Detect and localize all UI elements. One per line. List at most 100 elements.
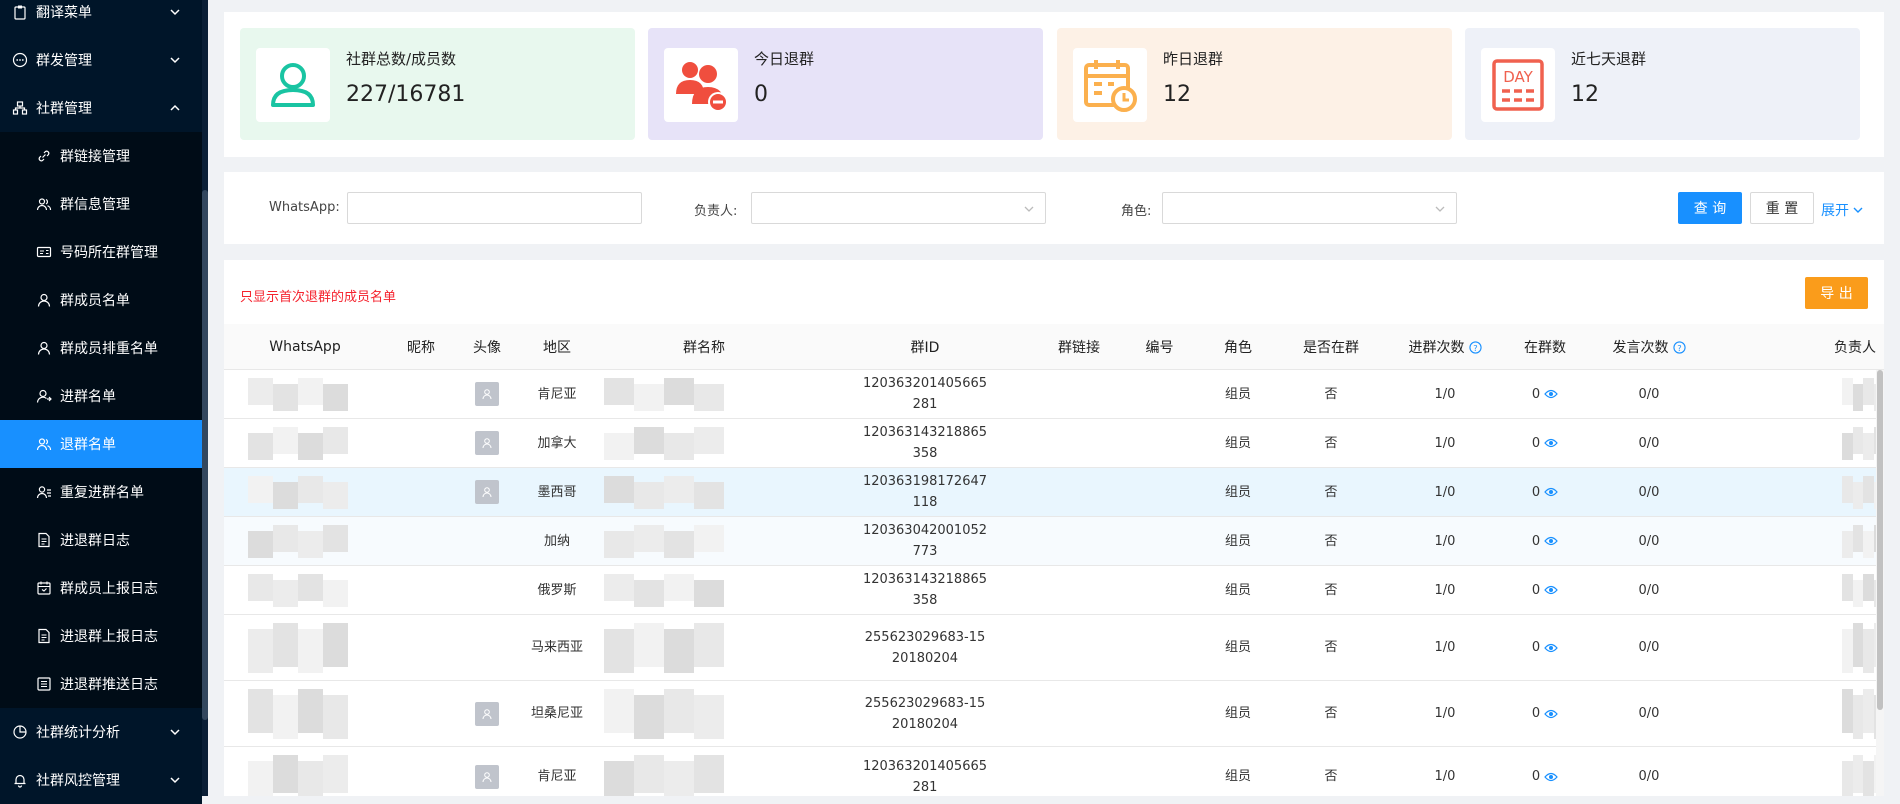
redacted-block <box>634 482 664 509</box>
column-header[interactable]: 昵称 <box>386 324 456 370</box>
redacted-block <box>1852 427 1863 454</box>
sidebar-item[interactable]: 进退群上报日志 <box>0 612 202 660</box>
column-header-label: 群名称 <box>683 340 725 356</box>
table-row[interactable]: 加拿大 120363143218865358 组员 否 1/0 0 0/0 <box>224 419 1884 468</box>
eye-icon[interactable] <box>1544 389 1558 399</box>
sidebar-item[interactable]: 社群统计分析 <box>0 708 202 756</box>
column-header[interactable]: 进群次数? <box>1390 324 1500 370</box>
redacted-block <box>1842 689 1853 733</box>
eye-icon[interactable] <box>1544 487 1558 497</box>
column-header[interactable]: 地区 <box>517 324 597 370</box>
sidebar-item[interactable]: 群成员名单 <box>0 276 202 324</box>
redacted-block <box>1842 433 1853 460</box>
redacted-block <box>298 629 323 673</box>
table-row[interactable]: 坦桑尼亚 255623029683-1520180204 组员 否 1/0 0 0/0 <box>224 681 1884 747</box>
redacted-block <box>604 629 634 673</box>
sidebar-item[interactable]: 群成员上报日志 <box>0 564 202 612</box>
sidebar-item[interactable]: 进退群日志 <box>0 516 202 564</box>
sidebar-item[interactable]: 进退群推送日志 <box>0 660 202 708</box>
in-group-cell: 否 <box>1324 582 1338 598</box>
search-button[interactable]: 查 询 <box>1678 192 1742 224</box>
column-header[interactable]: 在群数 <box>1505 324 1585 370</box>
user-icon <box>482 389 492 400</box>
column-header[interactable]: 角色 <box>1198 324 1278 370</box>
sidebar-item[interactable]: 进群名单 <box>0 372 202 420</box>
sidebar-item-label: 群成员排重名单 <box>60 341 158 357</box>
owner-select[interactable] <box>751 192 1046 224</box>
table-row[interactable]: 肯尼亚 120363201405665281 组员 否 1/0 0 0/0 <box>224 370 1884 419</box>
column-header[interactable]: 负责人 <box>1815 324 1884 370</box>
group-count-cell[interactable]: 0 <box>1505 517 1585 565</box>
eye-icon[interactable] <box>1544 438 1558 448</box>
table-row[interactable]: 俄罗斯 120363143218865358 组员 否 1/0 0 0/0 <box>224 566 1884 615</box>
sidebar-item[interactable]: 社群风控管理 <box>0 756 202 804</box>
column-header[interactable]: 群ID <box>815 324 1035 370</box>
role-filter-label: 角色: <box>1121 204 1152 219</box>
sidebar-item[interactable]: 群成员排重名单 <box>0 324 202 372</box>
sidebar-item[interactable]: 翻译菜单 <box>0 0 202 36</box>
column-header[interactable]: 发言次数? <box>1589 324 1709 370</box>
column-header[interactable]: 群链接 <box>1039 324 1119 370</box>
column-header[interactable]: 群名称 <box>604 324 804 370</box>
sidebar-item[interactable]: 群发管理 <box>0 36 202 84</box>
group-count-cell[interactable]: 0 <box>1505 468 1585 516</box>
avatar <box>475 431 499 455</box>
whatsapp-input[interactable] <box>347 192 642 224</box>
eye-icon[interactable] <box>1544 536 1558 546</box>
redacted-block <box>604 689 634 733</box>
redacted-block <box>323 427 348 454</box>
redacted-block <box>634 384 664 411</box>
eye-icon[interactable] <box>1544 643 1558 653</box>
sidebar-item[interactable]: 社群管理 <box>0 84 202 132</box>
sidebar-item-label: 社群风控管理 <box>36 773 120 789</box>
stat-label: 今日退群 <box>754 50 815 68</box>
redacted-block <box>248 689 273 733</box>
sidebar-item[interactable]: 重复进群名单 <box>0 468 202 516</box>
table-row[interactable]: 墨西哥 120363198172647118 组员 否 1/0 0 0/0 <box>224 468 1884 517</box>
table-row[interactable]: 马来西亚 255623029683-1520180204 组员 否 1/0 0 0/0 <box>224 615 1884 681</box>
column-header[interactable]: 头像 <box>462 324 512 370</box>
group-count-cell[interactable]: 0 <box>1505 419 1585 467</box>
table-scrollbar[interactable] <box>1876 370 1884 796</box>
redacted-block <box>1863 433 1874 460</box>
redacted-block <box>1852 525 1863 552</box>
column-header[interactable]: 是否在群 <box>1286 324 1376 370</box>
sidebar-item[interactable]: 群链接管理 <box>0 132 202 180</box>
table-row[interactable]: 加纳 120363042001052773 组员 否 1/0 0 0/0 <box>224 517 1884 566</box>
eye-icon[interactable] <box>1544 772 1558 782</box>
sidebar-item-label: 群成员上报日志 <box>60 581 158 597</box>
export-button[interactable]: 导 出 <box>1805 277 1868 309</box>
in-group-cell: 否 <box>1324 386 1338 402</box>
role-select[interactable] <box>1162 192 1457 224</box>
sidebar-item[interactable]: 号码所在群管理 <box>0 228 202 276</box>
table-scrollbar-thumb[interactable] <box>1877 370 1883 710</box>
eye-icon[interactable] <box>1544 585 1558 595</box>
column-header[interactable]: WhatsApp <box>230 324 380 370</box>
group-count-cell[interactable]: 0 <box>1505 747 1585 796</box>
help-icon[interactable]: ? <box>1672 340 1686 354</box>
table-row[interactable]: 肯尼亚 120363201405665281 组员 否 1/0 0 0/0 <box>224 747 1884 796</box>
help-icon[interactable]: ? <box>1468 340 1482 354</box>
expand-toggle[interactable]: 展开 <box>1821 200 1864 220</box>
column-header[interactable]: 编号 <box>1127 324 1192 370</box>
reset-button[interactable]: 重 置 <box>1750 192 1814 224</box>
stat-label: 昨日退群 <box>1163 50 1224 68</box>
avatar-cell <box>462 370 512 418</box>
redacted-block <box>664 378 694 405</box>
eye-icon[interactable] <box>1544 709 1558 719</box>
redacted-block <box>694 755 724 793</box>
chat-dots-icon <box>12 52 28 68</box>
sidebar-item[interactable]: 退群名单 <box>0 420 202 468</box>
chevron-down-icon <box>1024 206 1034 212</box>
group-count-cell[interactable]: 0 <box>1505 615 1585 680</box>
in-group-cell: 否 <box>1324 640 1338 655</box>
redacted-block <box>604 761 634 796</box>
user-list-icon <box>36 484 52 500</box>
group-count-cell[interactable]: 0 <box>1505 566 1585 614</box>
sidebar-item[interactable]: 群信息管理 <box>0 180 202 228</box>
group-count-cell[interactable]: 0 <box>1505 370 1585 418</box>
speak-count-cell: 0/0 <box>1638 640 1660 655</box>
column-header-label: 头像 <box>473 340 501 356</box>
in-group-cell: 否 <box>1324 533 1338 549</box>
group-count-cell[interactable]: 0 <box>1505 681 1585 746</box>
